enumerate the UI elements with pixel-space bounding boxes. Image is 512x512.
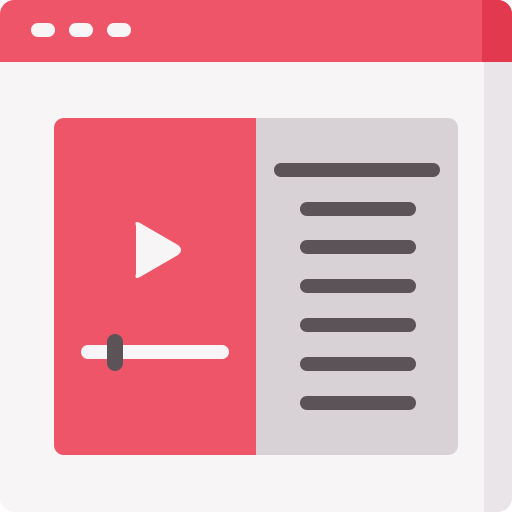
playlist-item-4[interactable] [300,318,416,332]
video-player[interactable] [54,118,256,455]
title-bar [0,0,512,62]
window-control-dot-2[interactable] [69,23,93,37]
playlist-item-3[interactable] [300,279,416,293]
playlist-header-line [274,163,440,177]
playlist-item-2[interactable] [300,240,416,254]
playlist-item-5[interactable] [300,357,416,371]
playlist-panel [256,118,458,455]
playlist-item-1[interactable] [300,202,416,216]
title-bar-shade [482,0,512,62]
play-icon[interactable] [126,214,186,286]
browser-window [0,0,512,512]
playlist-item-6[interactable] [300,396,416,410]
window-control-dot-1[interactable] [31,23,55,37]
window-control-dot-3[interactable] [107,23,131,37]
media-panel [54,118,458,455]
window-side-shade [484,60,512,512]
seek-handle[interactable] [107,334,123,371]
seek-bar[interactable] [81,345,229,359]
